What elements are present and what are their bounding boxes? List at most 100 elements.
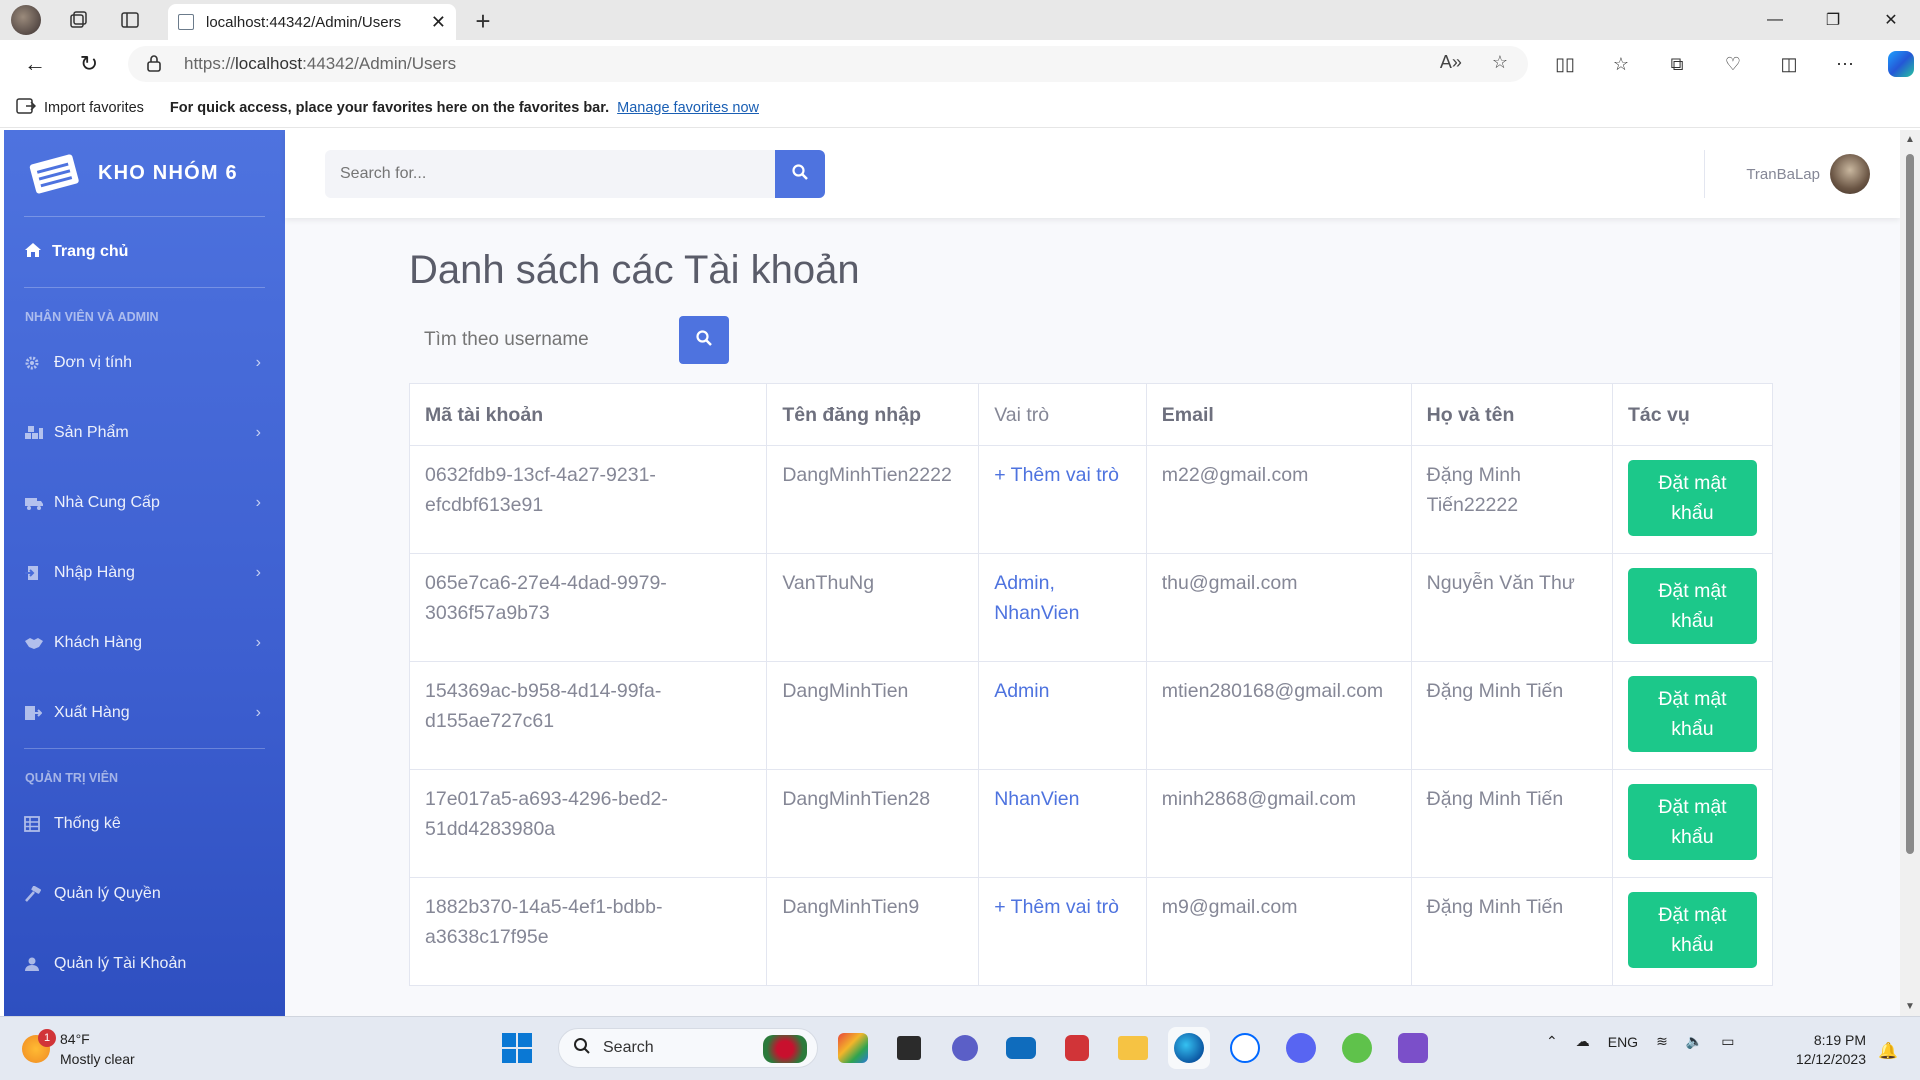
cell-role: Admin, NhanVien	[978, 553, 1147, 662]
collections-icon[interactable]: ⧉	[1660, 48, 1694, 80]
weather-temp: 84°F	[60, 1031, 90, 1047]
address-bar[interactable]: https://localhost:44342/Admin/Users A» ☆	[128, 46, 1528, 82]
office-app-icon[interactable]	[832, 1027, 874, 1069]
volume-icon[interactable]: 🔈	[1686, 1033, 1703, 1050]
copilot-icon[interactable]	[1884, 48, 1918, 80]
sidebar-item-label: Quản lý Tài Khoản	[54, 955, 187, 972]
teams-app-icon[interactable]	[944, 1027, 986, 1069]
cloud-icon[interactable]: ☁	[1576, 1033, 1590, 1050]
workspaces-icon[interactable]	[62, 6, 94, 34]
git-app-icon[interactable]	[1336, 1027, 1378, 1069]
manage-favorites-link[interactable]: Manage favorites now	[617, 100, 759, 116]
sidebar-item-quan-ly-quyen[interactable]: Quản lý Quyền	[4, 859, 285, 929]
set-password-button[interactable]: Đặt mật khẩu	[1627, 892, 1757, 968]
visual-studio-icon[interactable]	[1392, 1027, 1434, 1069]
battery-icon[interactable]: ▭	[1721, 1033, 1734, 1050]
close-window-icon[interactable]: ✕	[1868, 6, 1914, 34]
more-options-icon[interactable]: ⋯	[1828, 48, 1862, 80]
scroll-up-icon[interactable]: ▲	[1905, 134, 1915, 145]
discord-app-icon[interactable]	[1280, 1027, 1322, 1069]
favorites-icon[interactable]: ☆	[1604, 48, 1638, 80]
new-tab-icon[interactable]: +	[468, 6, 498, 37]
edge-browser-icon[interactable]	[1168, 1027, 1210, 1069]
mail-app-icon[interactable]	[1000, 1027, 1042, 1069]
column-header-actions: Tác vụ	[1611, 383, 1774, 446]
file-explorer-icon[interactable]	[1112, 1027, 1154, 1069]
maximize-icon[interactable]: ❐	[1810, 6, 1856, 34]
import-favorites-button[interactable]: Import favorites	[16, 97, 144, 119]
terminal-app-icon[interactable]	[888, 1027, 930, 1069]
sidebar-item-nhap-hang[interactable]: Nhập Hàng ›	[4, 538, 285, 608]
active-tab[interactable]: localhost:44342/Admin/Users ✕	[168, 4, 456, 40]
username-label: TranBaLap	[1746, 165, 1820, 183]
browser-essentials-icon[interactable]: ♡	[1716, 48, 1750, 80]
lock-icon	[146, 53, 168, 75]
column-header-fullname[interactable]: Họ và tên	[1410, 383, 1613, 446]
show-hidden-icons-icon[interactable]: ⌃	[1546, 1033, 1558, 1050]
sidebar-item-san-pham[interactable]: Sản Phẩm ›	[4, 398, 285, 468]
sidebar-item-quan-ly-tai-khoan[interactable]: Quản lý Tài Khoản	[4, 929, 285, 999]
set-password-button[interactable]: Đặt mật khẩu	[1627, 460, 1757, 536]
role-link[interactable]: Admin,	[994, 572, 1055, 594]
windows-start-icon[interactable]	[502, 1033, 532, 1063]
profile-button[interactable]	[10, 5, 42, 35]
browser-tab-strip: localhost:44342/Admin/Users ✕ + — ❐ ✕	[0, 0, 1920, 40]
username-search-input[interactable]	[409, 316, 679, 364]
brand[interactable]: KHO NHÓM 6	[4, 130, 285, 216]
refresh-icon[interactable]: ↻	[72, 48, 106, 80]
column-header-role[interactable]: Vai trò	[978, 383, 1147, 446]
cell-role: NhanVien	[978, 769, 1147, 878]
language-indicator[interactable]: ENG	[1608, 1034, 1638, 1050]
sidebar-item-thong-ke[interactable]: Thống kê	[4, 789, 285, 859]
read-aloud-icon[interactable]: A»	[1440, 52, 1462, 73]
url-host: localhost	[235, 54, 303, 73]
set-password-button[interactable]: Đặt mật khẩu	[1627, 784, 1757, 860]
id-part: 51dd4283980a	[425, 818, 556, 840]
sidebar-item-khach-hang[interactable]: Khách Hàng ›	[4, 608, 285, 678]
close-tab-icon[interactable]: ✕	[431, 12, 446, 33]
add-role-link[interactable]: + Thêm vai trò	[994, 896, 1119, 918]
username-search-button[interactable]	[679, 316, 729, 364]
taskbar-apps: Search	[496, 1027, 1434, 1069]
sidebar-item-home[interactable]: Trang chủ	[4, 217, 285, 287]
back-icon[interactable]: ←	[18, 48, 52, 80]
cell-fullname: Đặng Minh Tiến	[1410, 661, 1613, 770]
handshake-icon	[24, 635, 44, 651]
wifi-icon[interactable]: ≋	[1656, 1033, 1668, 1050]
taskbar-search[interactable]: Search	[558, 1028, 818, 1068]
sidebar-item-nha-cung-cap[interactable]: Nhà Cung Cấp ›	[4, 468, 285, 538]
column-header-username[interactable]: Tên đăng nhập	[766, 383, 980, 446]
topbar-search-input[interactable]	[325, 150, 775, 198]
store-app-icon[interactable]	[1056, 1027, 1098, 1069]
column-header-email[interactable]: Email	[1145, 383, 1412, 446]
page-scrollbar[interactable]: ▲ ▼	[1900, 130, 1920, 1016]
edge-bar-icon[interactable]: ◫	[1772, 48, 1806, 80]
clock[interactable]: 8:19 PM 12/12/2023	[1786, 1031, 1866, 1069]
role-link[interactable]: NhanVien	[994, 602, 1079, 624]
chevron-right-icon: ›	[255, 564, 261, 581]
scroll-down-icon[interactable]: ▼	[1905, 1001, 1915, 1012]
add-role-link[interactable]: + Thêm vai trò	[994, 464, 1119, 486]
topbar-search-button[interactable]	[775, 150, 825, 198]
tab-actions-icon[interactable]	[114, 6, 146, 34]
column-header-id[interactable]: Mã tài khoản	[408, 383, 768, 446]
id-part: 065e7ca6-27e4-4dad-9979-	[425, 572, 667, 594]
role-link[interactable]: Admin	[994, 680, 1049, 702]
notification-bell-icon[interactable]: 🔔	[1878, 1041, 1898, 1061]
weather-widget[interactable]: 1 84°F Mostly clear	[22, 1029, 135, 1069]
user-menu[interactable]: TranBaLap	[1746, 154, 1870, 194]
sidebar-item-don-vi-tinh[interactable]: Đơn vị tính ›	[4, 328, 285, 398]
sidebar-item-xuat-hang[interactable]: Xuất Hàng ›	[4, 678, 285, 748]
zalo-app-icon[interactable]	[1224, 1027, 1266, 1069]
home-icon	[24, 242, 42, 263]
set-password-button[interactable]: Đặt mật khẩu	[1627, 676, 1757, 752]
favorite-star-icon[interactable]: ☆	[1492, 52, 1508, 73]
role-link[interactable]: NhanVien	[994, 788, 1079, 810]
set-password-button[interactable]: Đặt mật khẩu	[1627, 568, 1757, 644]
minimize-icon[interactable]: —	[1752, 6, 1798, 34]
cell-role: Admin	[978, 661, 1147, 770]
scrollbar-thumb[interactable]	[1906, 154, 1914, 854]
sidebar-section-heading: NHÂN VIÊN VÀ ADMIN	[25, 310, 159, 324]
weather-desc: Mostly clear	[60, 1051, 135, 1067]
split-screen-icon[interactable]: ▯▯	[1548, 48, 1582, 80]
